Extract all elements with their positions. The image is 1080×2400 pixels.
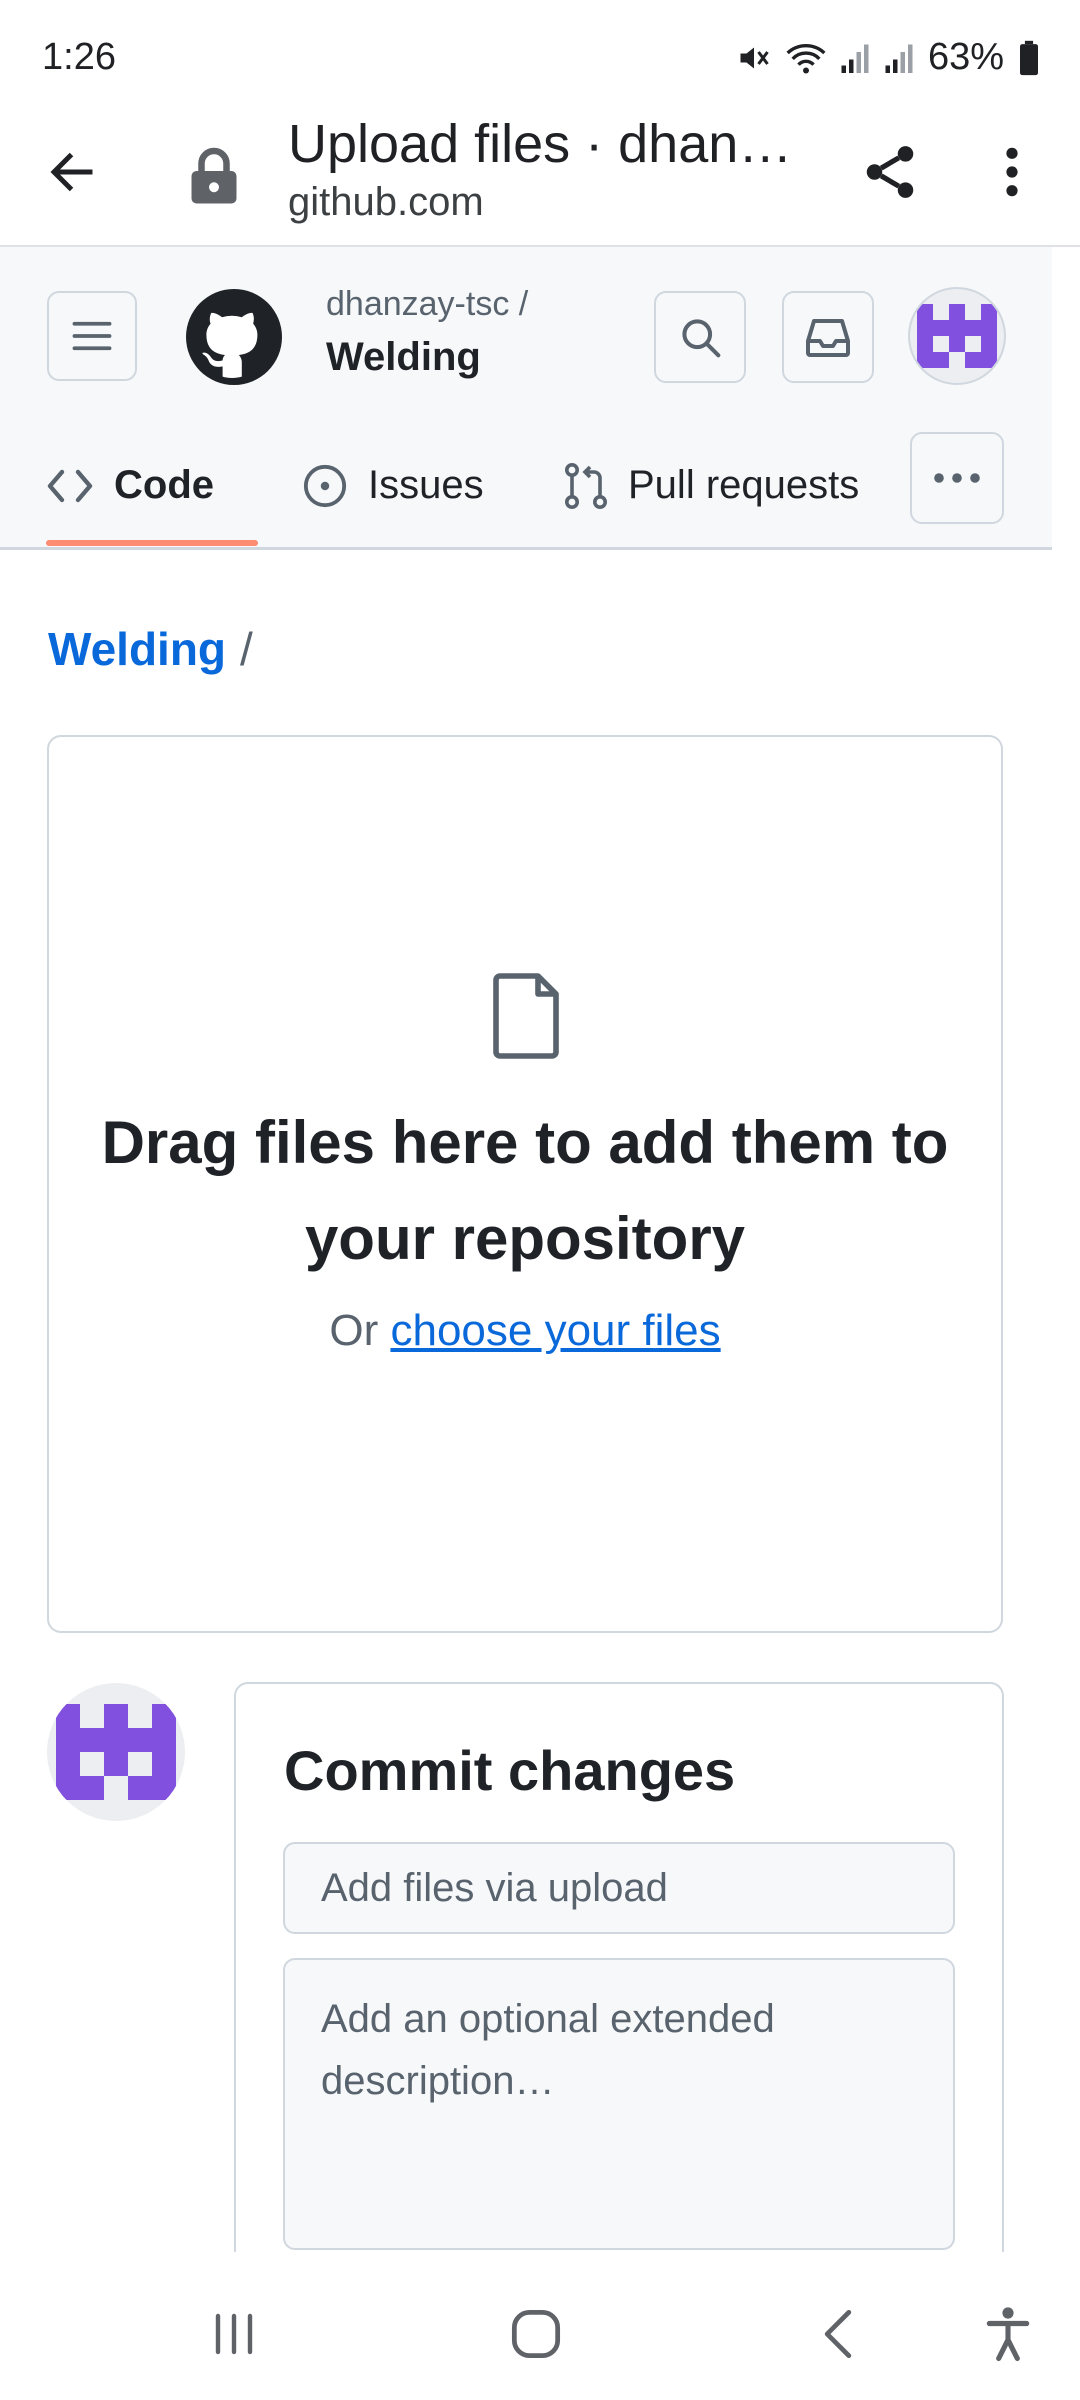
- status-bar: 1:26 63%: [0, 0, 1080, 110]
- mute-icon: [740, 47, 769, 68]
- search-button[interactable]: [654, 291, 746, 383]
- system-nav-bar: [0, 2252, 1080, 2400]
- lock-icon[interactable]: [186, 140, 242, 212]
- page-title[interactable]: Upload files · dhanzay-tsc/Welding: [288, 112, 808, 176]
- user-avatar[interactable]: [908, 287, 1006, 385]
- dropzone-title: Drag files here to add them to your repo…: [101, 1109, 949, 1272]
- accessibility-icon: [986, 2307, 1030, 2362]
- accessibility-button[interactable]: [968, 2294, 1048, 2374]
- commit-author-avatar: [47, 1683, 185, 1821]
- signal-icon-2: [885, 44, 913, 73]
- dropzone-subtitle: Or choose your files: [100, 1306, 950, 1356]
- back-nav-button[interactable]: [798, 2294, 878, 2374]
- share-button[interactable]: [850, 132, 930, 212]
- more-tabs-button[interactable]: [910, 432, 1004, 524]
- search-icon: [682, 319, 721, 358]
- share-icon: [866, 146, 914, 198]
- choose-files-link[interactable]: choose your files: [390, 1306, 720, 1355]
- identicon-avatar-icon: [56, 1704, 176, 1800]
- repo-name[interactable]: Welding: [326, 335, 481, 380]
- hamburger-icon: [72, 321, 112, 351]
- pull-request-icon: [565, 462, 607, 509]
- commit-description-textarea[interactable]: Add an optional extended description…: [283, 1958, 955, 2250]
- identicon-avatar-icon: [917, 304, 997, 368]
- selected-tab-indicator: [46, 540, 258, 546]
- status-time: 1:26: [42, 36, 116, 78]
- github-header: dhanzay-tsc / Welding Code Issues Pull r…: [0, 247, 1052, 550]
- chevron-left-icon: [824, 2309, 852, 2359]
- dropzone-or-text: Or: [329, 1306, 379, 1355]
- issue-circle-icon: [303, 464, 347, 507]
- inbox-button[interactable]: [782, 291, 874, 383]
- tab-pull-requests[interactable]: Pull requests: [564, 427, 859, 544]
- tab-issues-label: Issues: [368, 463, 484, 507]
- tab-code-label: Code: [114, 463, 214, 507]
- repo-owner[interactable]: dhanzay-tsc /: [326, 285, 528, 324]
- arrow-left-icon: [50, 152, 93, 192]
- home-icon: [511, 2309, 561, 2359]
- battery-percent: 63%: [927, 36, 1004, 78]
- inbox-icon: [806, 319, 850, 357]
- breadcrumb: Welding /: [48, 622, 253, 676]
- code-icon: [47, 469, 93, 502]
- more-vertical-icon: [1006, 147, 1018, 197]
- github-logo-icon[interactable]: [186, 289, 282, 385]
- back-button[interactable]: [40, 140, 104, 204]
- file-icon: [493, 973, 559, 1059]
- wifi-icon: [786, 43, 826, 73]
- home-button[interactable]: [496, 2294, 576, 2374]
- recent-apps-button[interactable]: [194, 2294, 274, 2374]
- commit-summary-input[interactable]: Add files via upload: [283, 1842, 955, 1934]
- menu-button[interactable]: [47, 291, 137, 381]
- status-icons: 63%: [736, 36, 1040, 79]
- repo-tabs: Code Issues Pull requests: [0, 427, 1052, 547]
- page-url[interactable]: github.com: [288, 180, 484, 225]
- tab-pull-requests-label: Pull requests: [628, 463, 860, 507]
- recent-apps-icon: [215, 2313, 253, 2355]
- browser-menu-button[interactable]: [972, 132, 1052, 212]
- battery-icon: [1020, 40, 1038, 75]
- breadcrumb-repo-link[interactable]: Welding: [48, 622, 226, 676]
- tab-issues[interactable]: Issues: [302, 427, 484, 544]
- signal-icon: [841, 44, 869, 73]
- browser-toolbar: Upload files · dhanzay-tsc/Welding githu…: [0, 110, 1080, 247]
- more-horizontal-icon: [934, 473, 980, 483]
- tab-code[interactable]: Code: [46, 427, 214, 544]
- commit-heading: Commit changes: [284, 1739, 736, 1802]
- breadcrumb-separator: /: [240, 623, 253, 675]
